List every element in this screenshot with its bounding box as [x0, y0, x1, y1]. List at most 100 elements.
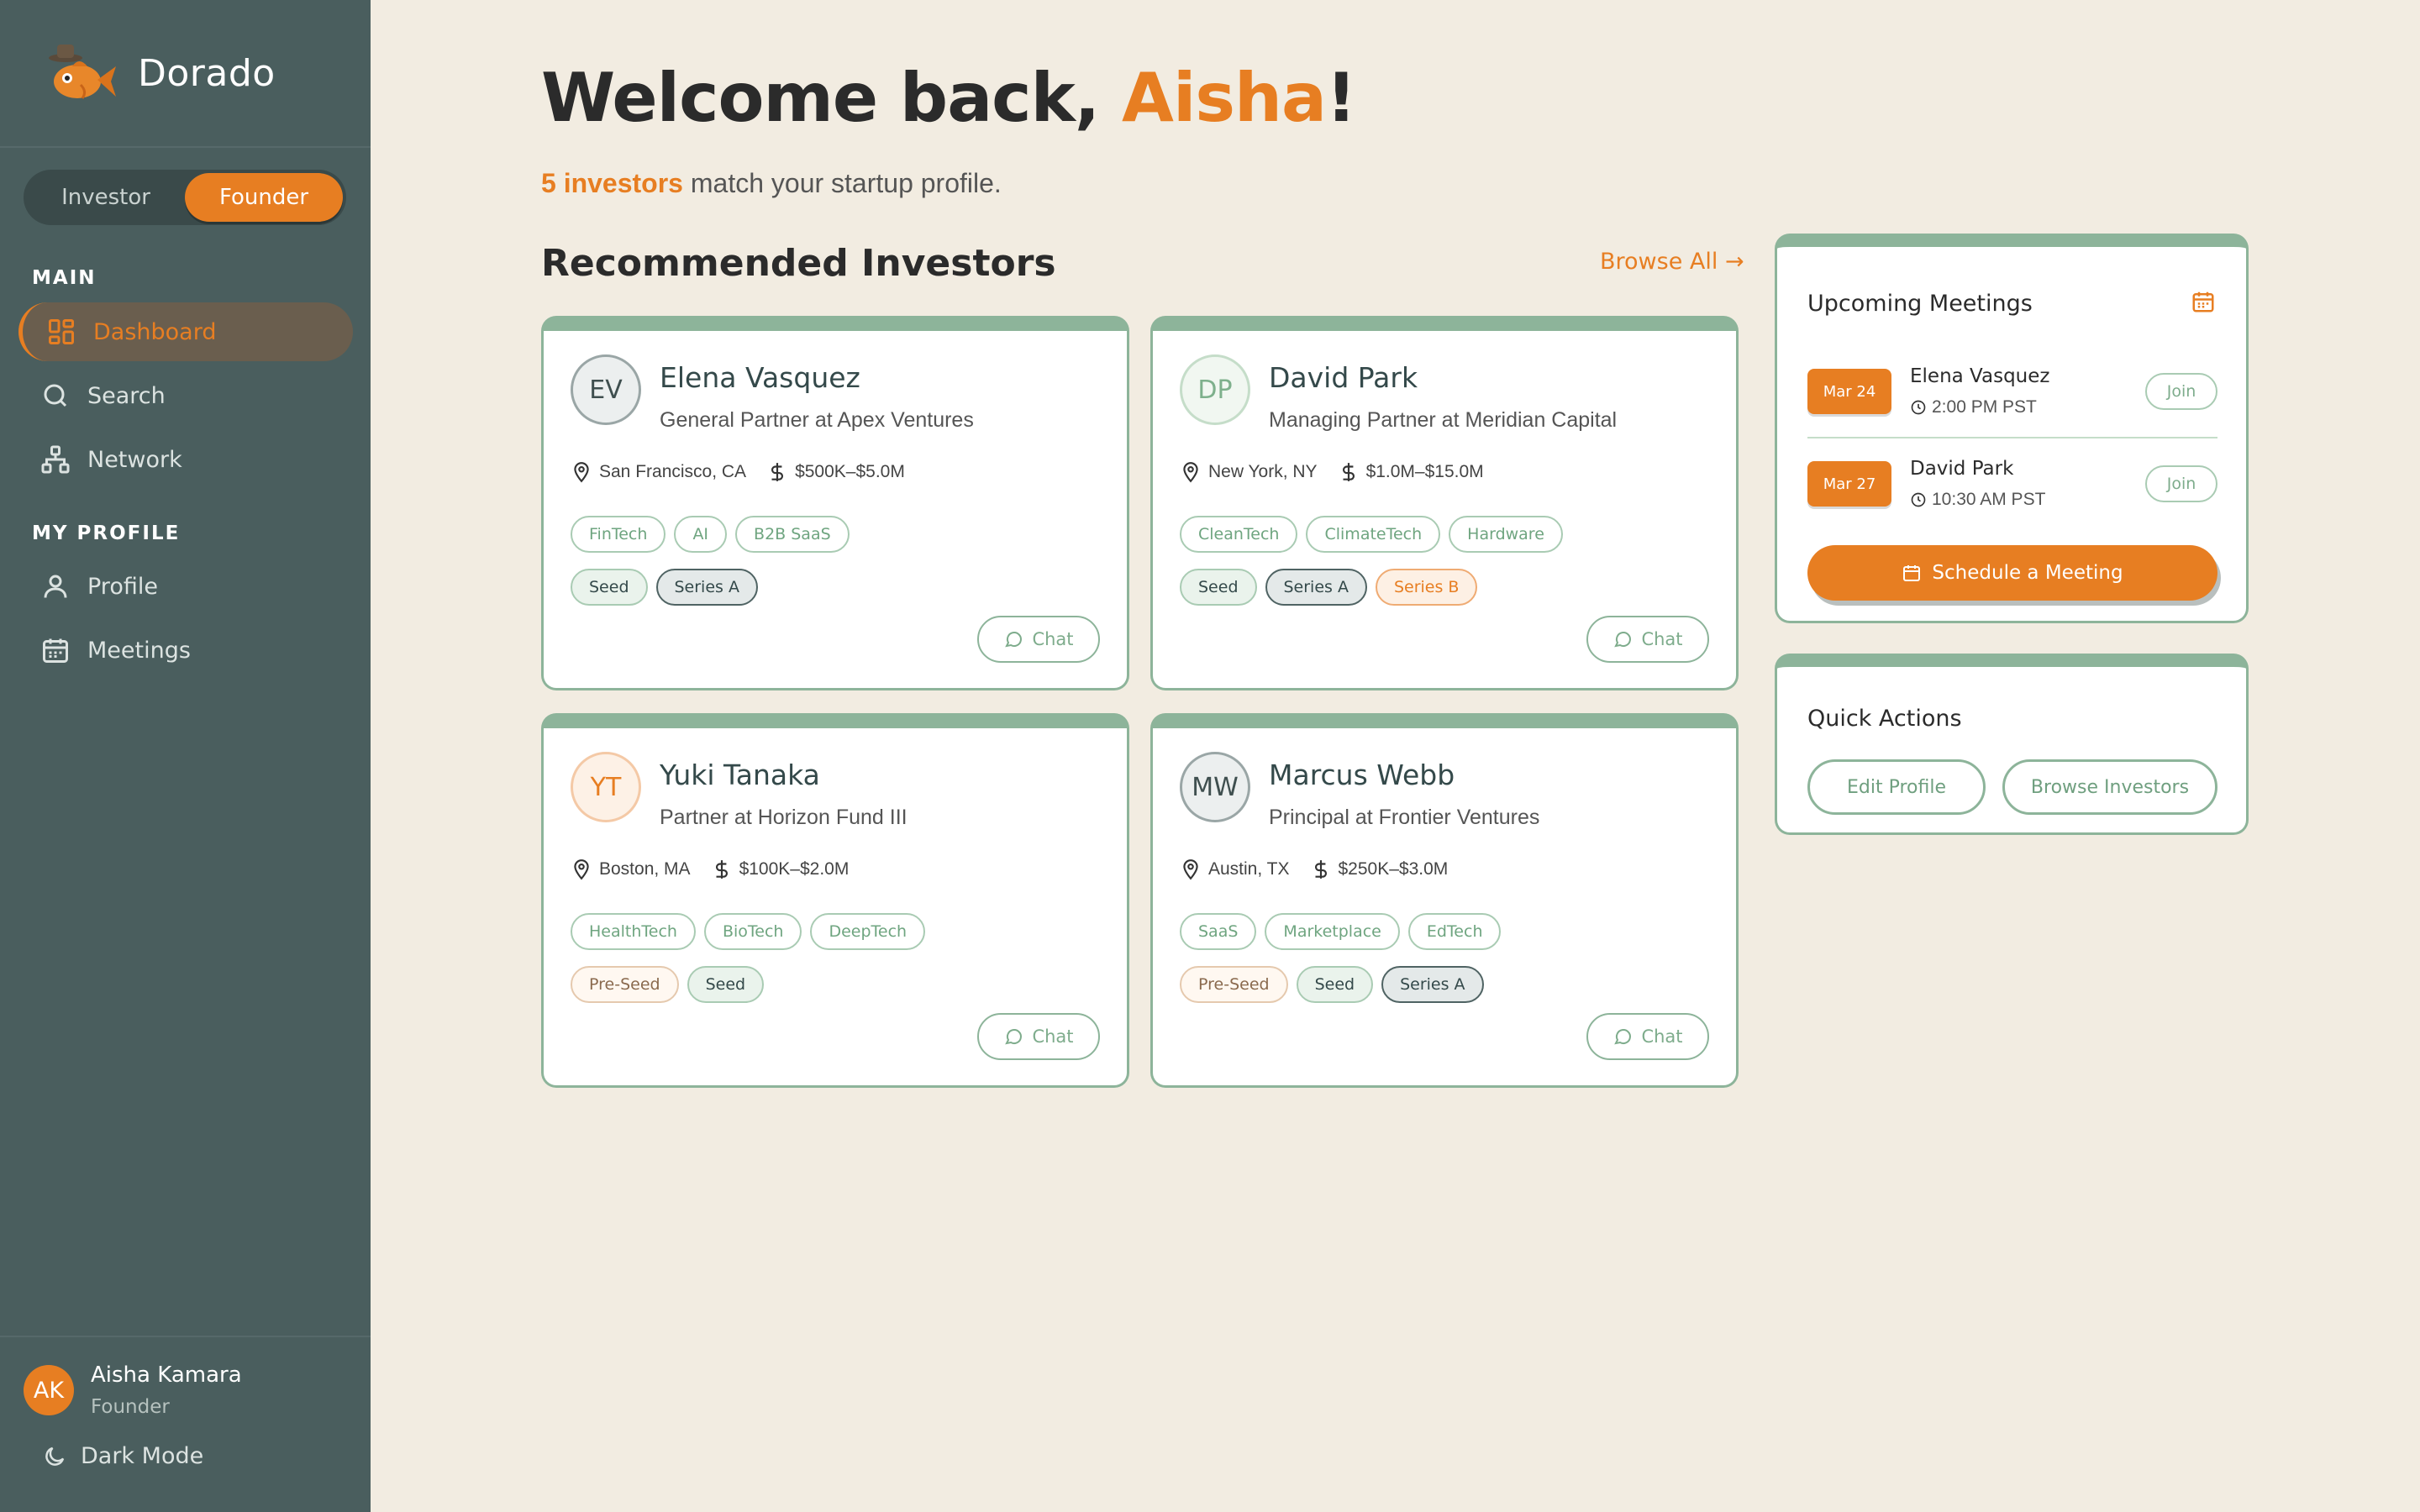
user-role: Founder [91, 1396, 170, 1418]
schedule-meeting-button[interactable]: Schedule a Meeting [1807, 545, 2217, 601]
investor-avatar: DP [1180, 354, 1250, 425]
investor-name[interactable]: Elena Vasquez [660, 361, 860, 394]
sector-tags: SaaS Marketplace EdTech [1180, 913, 1502, 950]
investor-check-range: $250K–$3.0M [1338, 859, 1449, 879]
sector-tag: CleanTech [1180, 516, 1298, 553]
match-count: 5 investors [541, 168, 683, 198]
stage-tag: Series A [655, 569, 758, 606]
stage-tags: Pre-Seed Seed [571, 966, 765, 1003]
dark-mode-toggle[interactable]: Dark Mode [0, 1418, 371, 1469]
chat-button[interactable]: Chat [977, 1013, 1100, 1060]
sector-tag: SaaS [1180, 913, 1257, 950]
stage-tag: Seed [1296, 966, 1374, 1003]
location-pin-icon [574, 859, 589, 880]
schedule-meeting-label: Schedule a Meeting [1932, 562, 2123, 584]
investor-card: EV Elena Vasquez General Partner at Apex… [541, 316, 1129, 690]
welcome-suffix: ! [1325, 59, 1356, 137]
role-founder-option[interactable]: Founder [185, 173, 343, 222]
stage-tags: Seed Series A Series B [1180, 569, 1478, 606]
chat-button[interactable]: Chat [977, 616, 1100, 663]
welcome-prefix: Welcome back, [541, 59, 1123, 137]
sector-tag: AI [674, 516, 728, 553]
nav-item-label: Search [87, 382, 166, 409]
stage-tag: Pre-Seed [1180, 966, 1288, 1003]
investor-title: Managing Partner at Meridian Capital [1269, 408, 1618, 432]
investor-card: MW Marcus Webb Principal at Frontier Ven… [1150, 713, 1739, 1088]
goldfish-logo-icon [49, 45, 116, 99]
role-toggle[interactable]: Investor Founder [24, 170, 346, 225]
investor-title: General Partner at Apex Ventures [660, 408, 974, 432]
sector-tag: FinTech [571, 516, 666, 553]
chat-bubble-icon [1614, 632, 1632, 648]
dollar-icon [715, 860, 728, 879]
brand[interactable]: Dorado [0, 0, 371, 148]
investor-card: DP David Park Managing Partner at Meridi… [1150, 316, 1739, 690]
dollar-icon [1314, 860, 1327, 879]
dashboard-icon [49, 319, 74, 344]
stage-tag: Pre-Seed [571, 966, 679, 1003]
investor-location: Boston, MA [599, 859, 691, 879]
investor-check-range: $100K–$2.0M [739, 859, 850, 879]
investor-avatar: MW [1180, 752, 1250, 822]
sector-tag: Marketplace [1265, 913, 1400, 950]
nav-section-my-profile: MY PROFILE [32, 522, 181, 544]
sector-tags: FinTech AI B2B SaaS [571, 516, 850, 553]
meeting-name: Elena Vasquez [1910, 365, 2050, 387]
meeting-time-text: 2:00 PM PST [1932, 397, 2037, 417]
upcoming-meetings-panel: Upcoming Meetings Mar 24 Elena Vasquez 2… [1775, 234, 2249, 623]
nav-item-profile[interactable]: Profile [18, 557, 353, 616]
stage-tag: Series A [1265, 569, 1367, 606]
investor-meta: Austin, TX $250K–$3.0M [1180, 858, 1448, 880]
chat-bubble-icon [1005, 632, 1023, 648]
browse-investors-button[interactable]: Browse Investors [2002, 759, 2217, 815]
nav-item-dashboard[interactable]: Dashboard [18, 302, 353, 361]
sector-tag: Hardware [1449, 516, 1563, 553]
chat-button[interactable]: Chat [1586, 616, 1709, 663]
meeting-item: Mar 27 David Park 10:30 AM PST Join [1807, 438, 2217, 529]
stage-tag: Series B [1375, 569, 1478, 606]
meeting-date-badge: Mar 24 [1807, 369, 1891, 414]
investor-name[interactable]: Yuki Tanaka [660, 759, 820, 791]
sector-tag: DeepTech [810, 913, 926, 950]
meeting-info: David Park 10:30 AM PST [1910, 458, 2045, 510]
chat-label: Chat [1032, 629, 1074, 649]
panel-title: Quick Actions [1807, 706, 1962, 732]
browse-all-link[interactable]: Browse All → [1600, 249, 1744, 275]
page-title: Welcome back, Aisha! [541, 59, 1356, 137]
investor-avatar: EV [571, 354, 641, 425]
clock-icon [1911, 492, 1926, 507]
investor-name[interactable]: Marcus Webb [1269, 759, 1455, 791]
investor-meta: New York, NY $1.0M–$15.0M [1180, 461, 1484, 483]
sidebar: Dorado Investor Founder MAIN Dashboard S… [0, 0, 371, 1512]
edit-profile-button[interactable]: Edit Profile [1807, 759, 1986, 815]
nav-item-label: Meetings [87, 637, 191, 664]
nav-item-label: Profile [87, 573, 158, 600]
sector-tag: BioTech [703, 913, 802, 950]
calendar-icon[interactable] [2191, 289, 2216, 314]
investor-check-range: $1.0M–$15.0M [1365, 462, 1484, 481]
clock-icon [1911, 400, 1926, 415]
investor-meta: San Francisco, CA $500K–$5.0M [571, 461, 905, 483]
nav-item-search[interactable]: Search [18, 366, 353, 425]
join-button[interactable]: Join [2145, 373, 2217, 410]
chat-label: Chat [1032, 1026, 1074, 1047]
chat-label: Chat [1641, 1026, 1683, 1047]
brand-name: Dorado [138, 51, 276, 95]
sector-tag: ClimateTech [1306, 516, 1441, 553]
nav-item-meetings[interactable]: Meetings [18, 621, 353, 680]
role-investor-option[interactable]: Investor [27, 173, 185, 222]
user-profile[interactable]: AK Aisha Kamara Founder [0, 1337, 371, 1418]
investor-location: Austin, TX [1208, 859, 1290, 879]
join-button[interactable]: Join [2145, 465, 2217, 502]
investor-location: New York, NY [1208, 462, 1318, 481]
location-pin-icon [574, 462, 589, 483]
investor-name[interactable]: David Park [1269, 361, 1418, 394]
calendar-icon [43, 638, 68, 663]
chat-button[interactable]: Chat [1586, 1013, 1709, 1060]
quick-actions-panel: Quick Actions Edit Profile Browse Invest… [1775, 654, 2249, 835]
chat-bubble-icon [1614, 1029, 1632, 1045]
location-pin-icon [1183, 462, 1198, 483]
stage-tag: Series A [1381, 966, 1484, 1003]
avatar: AK [24, 1365, 74, 1415]
nav-item-network[interactable]: Network [18, 430, 353, 489]
